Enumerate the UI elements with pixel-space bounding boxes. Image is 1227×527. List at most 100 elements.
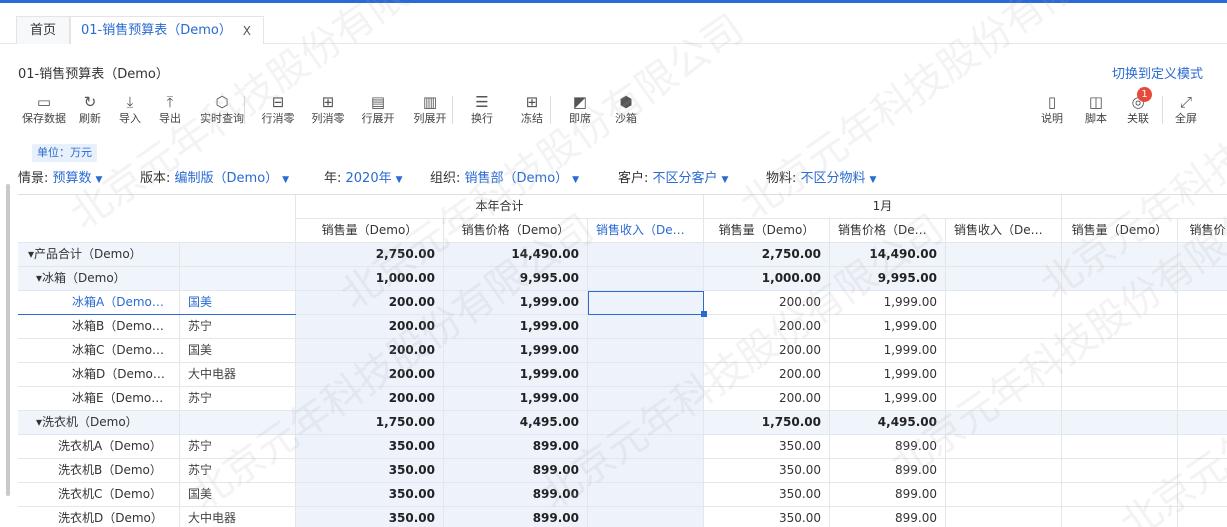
- cell-jan-revenue[interactable]: [946, 243, 1062, 267]
- cell-year-revenue[interactable]: [588, 339, 704, 363]
- toolbar-wrap-button[interactable]: ☰ 换行: [462, 92, 502, 132]
- cell-jan-qty[interactable]: 1,750.00: [704, 411, 830, 435]
- cell-year-revenue[interactable]: [588, 243, 704, 267]
- cell-jan-price[interactable]: 1,999.00: [830, 315, 946, 339]
- cell-feb-qty[interactable]: [1062, 387, 1178, 411]
- toolbar-export-button[interactable]: ⤒ 导出: [150, 92, 190, 132]
- cell-jan-qty[interactable]: 1,000.00: [704, 267, 830, 291]
- cell-jan-price[interactable]: 1,999.00: [830, 291, 946, 315]
- cell-jan-price[interactable]: 899.00: [830, 459, 946, 483]
- cell-feb-price[interactable]: [1178, 339, 1227, 363]
- row-name[interactable]: 冰箱A（Demo） ∞: [18, 291, 180, 315]
- toolbar-sandbox-button[interactable]: ⬢ 沙箱: [606, 92, 646, 132]
- cell-feb-price[interactable]: [1178, 363, 1227, 387]
- toolbar-adhoc-button[interactable]: ◩ 即席: [560, 92, 600, 132]
- cell-feb-qty[interactable]: [1062, 435, 1178, 459]
- cell-year-qty[interactable]: 350.00: [296, 507, 444, 527]
- cell-year-price[interactable]: 1,999.00: [444, 339, 588, 363]
- filter-value[interactable]: 2020年: [346, 171, 392, 186]
- cell-year-revenue[interactable]: [588, 411, 704, 435]
- cell-year-price[interactable]: 899.00: [444, 507, 588, 527]
- cell-jan-price[interactable]: 1,999.00: [830, 363, 946, 387]
- cell-year-qty[interactable]: 350.00: [296, 483, 444, 507]
- cell-feb-qty[interactable]: [1062, 507, 1178, 527]
- column-header[interactable]: 销售量（Demo）: [704, 219, 830, 243]
- cell-jan-qty[interactable]: 200.00: [704, 363, 830, 387]
- chevron-down-icon[interactable]: ▼: [722, 175, 729, 185]
- cell-year-price[interactable]: 1,999.00: [444, 387, 588, 411]
- filter-0[interactable]: 情景: 预算数 ▼: [18, 168, 102, 191]
- row-name[interactable]: 冰箱E（Demo） ∞: [18, 387, 180, 411]
- cell-jan-price[interactable]: 1,999.00: [830, 339, 946, 363]
- cell-year-qty[interactable]: 350.00: [296, 459, 444, 483]
- toolbar-realtime-query-button[interactable]: ⬡ 实时查询: [196, 92, 248, 132]
- column-header[interactable]: 销售价格（Demo...: [830, 219, 946, 243]
- cell-jan-price[interactable]: 9,995.00: [830, 267, 946, 291]
- cell-year-qty[interactable]: 1,000.00: [296, 267, 444, 291]
- filter-2[interactable]: 年: 2020年 ▼: [324, 168, 403, 191]
- cell-year-qty[interactable]: 200.00: [296, 339, 444, 363]
- cell-year-price[interactable]: 899.00: [444, 459, 588, 483]
- tab-home[interactable]: 首页: [16, 16, 70, 44]
- chevron-down-icon[interactable]: ▼: [96, 175, 103, 185]
- cell-year-qty[interactable]: 1,750.00: [296, 411, 444, 435]
- cell-jan-qty[interactable]: 200.00: [704, 387, 830, 411]
- selection-fill-handle[interactable]: [701, 311, 707, 317]
- cell-feb-price[interactable]: [1178, 243, 1227, 267]
- filter-value[interactable]: 销售部（Demo）: [465, 171, 569, 186]
- cell-jan-revenue[interactable]: [946, 507, 1062, 527]
- cell-feb-qty[interactable]: [1062, 411, 1178, 435]
- cell-feb-price[interactable]: [1178, 483, 1227, 507]
- filter-value[interactable]: 不区分物料: [801, 171, 866, 186]
- cell-feb-qty[interactable]: [1062, 267, 1178, 291]
- toolbar-fullscreen-button[interactable]: ⤢ 全屏: [1166, 92, 1206, 132]
- toolbar-import-button[interactable]: ⤓ 导入: [110, 92, 150, 132]
- cell-jan-revenue[interactable]: [946, 267, 1062, 291]
- cell-jan-price[interactable]: 899.00: [830, 507, 946, 527]
- cell-jan-qty[interactable]: 200.00: [704, 291, 830, 315]
- close-icon[interactable]: X: [243, 17, 251, 45]
- tab-sales-budget[interactable]: 01-销售预算表（Demo） X: [70, 16, 264, 44]
- filter-value[interactable]: 不区分客户: [653, 171, 718, 186]
- cell-jan-price[interactable]: 1,999.00: [830, 387, 946, 411]
- cell-year-qty[interactable]: 200.00: [296, 387, 444, 411]
- cell-jan-revenue[interactable]: [946, 339, 1062, 363]
- cell-feb-price[interactable]: [1178, 411, 1227, 435]
- column-header[interactable]: 销售收入（Demo...: [588, 219, 704, 243]
- left-scrollbar[interactable]: [6, 184, 10, 496]
- cell-year-price[interactable]: 1,999.00: [444, 315, 588, 339]
- cell-year-revenue[interactable]: [588, 363, 704, 387]
- cell-year-price[interactable]: 1,999.00: [444, 291, 588, 315]
- cell-feb-price[interactable]: [1178, 291, 1227, 315]
- cell-year-revenue[interactable]: [588, 387, 704, 411]
- chevron-down-icon[interactable]: ▼: [396, 175, 403, 185]
- cell-year-revenue[interactable]: [588, 459, 704, 483]
- filter-4[interactable]: 客户: 不区分客户 ▼: [618, 168, 728, 191]
- cell-jan-qty[interactable]: 2,750.00: [704, 243, 830, 267]
- cell-year-qty[interactable]: 200.00: [296, 291, 444, 315]
- filter-value[interactable]: 预算数: [53, 171, 92, 186]
- row-name[interactable]: 洗衣机B（Demo）: [18, 459, 180, 483]
- cell-jan-revenue[interactable]: [946, 483, 1062, 507]
- cell-feb-qty[interactable]: [1062, 363, 1178, 387]
- cell-jan-price[interactable]: 899.00: [830, 483, 946, 507]
- cell-jan-qty[interactable]: 350.00: [704, 459, 830, 483]
- row-name[interactable]: 洗衣机A（Demo）: [18, 435, 180, 459]
- cell-year-price[interactable]: 899.00: [444, 435, 588, 459]
- cell-feb-price[interactable]: [1178, 387, 1227, 411]
- cell-year-price[interactable]: 9,995.00: [444, 267, 588, 291]
- toolbar-script-button[interactable]: ◫ 脚本: [1076, 92, 1116, 132]
- cell-jan-revenue[interactable]: [946, 387, 1062, 411]
- row-name[interactable]: 冰箱C（Demo） ∞: [18, 339, 180, 363]
- column-header[interactable]: 销售量（Demo）: [296, 219, 444, 243]
- row-name[interactable]: 洗衣机D（Demo）: [18, 507, 180, 527]
- toolbar-save-button[interactable]: ▭ 保存数据: [18, 92, 70, 132]
- cell-year-price[interactable]: 899.00: [444, 483, 588, 507]
- cell-feb-qty[interactable]: [1062, 291, 1178, 315]
- cell-year-revenue[interactable]: [588, 267, 704, 291]
- cell-feb-qty[interactable]: [1062, 483, 1178, 507]
- cell-jan-qty[interactable]: 200.00: [704, 315, 830, 339]
- cell-year-qty[interactable]: 2,750.00: [296, 243, 444, 267]
- cell-year-price[interactable]: 1,999.00: [444, 363, 588, 387]
- cell-year-price[interactable]: 14,490.00: [444, 243, 588, 267]
